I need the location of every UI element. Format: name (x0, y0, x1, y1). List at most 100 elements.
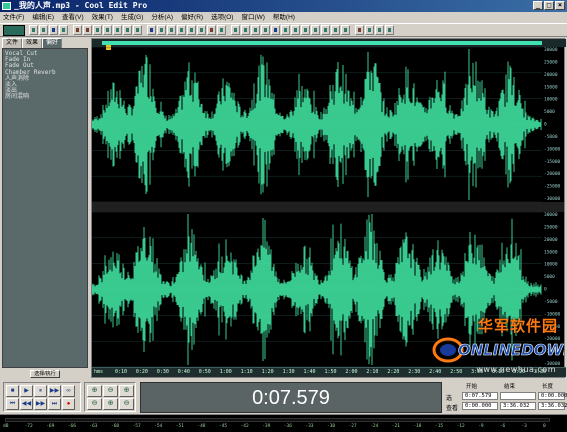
menu-help[interactable]: 帮助(H) (273, 12, 295, 23)
menu-options[interactable]: 选项(O) (211, 12, 233, 23)
fade-icon[interactable] (261, 25, 270, 35)
mix-paste-icon[interactable] (133, 25, 142, 35)
cut-icon[interactable] (93, 25, 102, 35)
undo-icon[interactable] (73, 25, 82, 35)
amplitude-label: 15000 (544, 84, 558, 90)
menu-favorites[interactable]: 偏好(R) (181, 12, 203, 23)
envelope-icon[interactable] (251, 25, 260, 35)
maximize-button[interactable]: □ (544, 1, 554, 10)
ruler-label: 2:10 (366, 369, 379, 375)
view-end-field[interactable]: 3:36.032 (500, 402, 536, 410)
menu-analyze[interactable]: 分析(A) (151, 12, 173, 23)
begin-header: 开始 (466, 384, 478, 390)
filter-icon[interactable] (311, 25, 320, 35)
overview-range[interactable] (102, 41, 542, 45)
selection-end-field[interactable] (500, 392, 536, 400)
tab-files[interactable]: 文件 (2, 38, 23, 48)
level-meter: dB -72 -69 -66 -63 -60 -57 -54 -51 -48 -45 -42 -39 -3… (0, 414, 567, 432)
new-file-icon[interactable] (29, 25, 38, 35)
ruler-label: 0:10 (114, 369, 127, 375)
menu-generate[interactable]: 生成(G) (121, 12, 143, 23)
amplitude-label: 30000 (544, 47, 558, 53)
level-meter-tick: -9 (478, 424, 484, 429)
watermark-url: www.newhua.com (476, 365, 556, 374)
close-button[interactable]: × (555, 1, 565, 10)
tab-effects[interactable]: 效果 (22, 38, 43, 48)
zoom-in-horizontal-button[interactable]: ⊕ (87, 385, 102, 397)
multitrack-toggle-button[interactable] (3, 24, 25, 36)
zoom-in-vertical-button[interactable]: ⊕ (103, 398, 118, 410)
go-to-end-button[interactable]: ⏭ (48, 398, 61, 410)
tab-favorites[interactable]: 偏好 (42, 38, 63, 48)
level-meter-scale: dB -72 -69 -66 -63 -60 -57 -54 -51 -48 -45 -42 -39 -3… (0, 424, 567, 432)
echo-icon[interactable] (281, 25, 290, 35)
play-to-end-button[interactable]: ▶▶ (48, 385, 61, 397)
zoom-out-horizontal-button[interactable]: ⊖ (103, 385, 118, 397)
redo-icon[interactable] (83, 25, 92, 35)
ruler-label: 1:30 (282, 369, 295, 375)
waveform-view-icon[interactable] (217, 25, 226, 35)
amplitude-label: 0 (544, 122, 547, 128)
rewind-button[interactable]: ◀◀ (20, 398, 33, 410)
stop-button[interactable]: ■ (6, 385, 19, 397)
menu-effects[interactable]: 效果(T) (92, 12, 113, 23)
level-meter-tick: 0 (543, 424, 546, 429)
view-label: 查看 (446, 406, 459, 412)
pitch-icon[interactable] (331, 25, 340, 35)
select-all-icon[interactable] (177, 25, 186, 35)
cd-icon[interactable] (365, 25, 374, 35)
level-meter-tick: -3 (521, 424, 527, 429)
delay-icon[interactable] (291, 25, 300, 35)
stretch-icon[interactable] (341, 25, 350, 35)
pause-button[interactable]: ⏸ (34, 385, 47, 397)
play-button[interactable]: ▶ (20, 385, 33, 397)
noise-reduction-icon[interactable] (321, 25, 330, 35)
open-file-icon[interactable] (39, 25, 48, 35)
fast-forward-button[interactable]: ▶▶ (34, 398, 47, 410)
record-button[interactable]: ● (62, 398, 75, 410)
view-length-field[interactable]: 3:36.032 (538, 402, 567, 410)
zoom-out-vertical-button[interactable]: ⊖ (119, 398, 134, 410)
help-icon[interactable] (385, 25, 394, 35)
menu-view[interactable]: 查看(V) (62, 12, 84, 23)
level-meter-tick: -15 (435, 424, 444, 429)
favorites-list: Vocal Cut Fade In Fade Out Chamber Rever… (2, 48, 88, 368)
save-icon[interactable] (49, 25, 58, 35)
overview-bar[interactable] (92, 39, 566, 47)
loop-button[interactable]: ∞ (62, 385, 75, 397)
paste-icon[interactable] (113, 25, 122, 35)
paste-new-icon[interactable] (123, 25, 132, 35)
channel-separator (92, 202, 564, 212)
minimize-button[interactable]: _ (533, 1, 543, 10)
save-as-icon[interactable] (59, 25, 68, 35)
menu-file[interactable]: 文件(F) (3, 12, 24, 23)
watermark-brand-logo: ONLINEDOWN (432, 337, 564, 363)
silence-icon[interactable] (167, 25, 176, 35)
spectral-view-icon[interactable] (207, 25, 216, 35)
settings-icon[interactable] (375, 25, 384, 35)
go-to-start-button[interactable]: ⏮ (6, 398, 19, 410)
amplitude-label: 20000 (544, 72, 558, 78)
metronome-icon[interactable] (355, 25, 364, 35)
zoom-out-icon[interactable] (197, 25, 206, 35)
apply-favorite-button[interactable]: 选择/执行 (30, 370, 60, 378)
copy-icon[interactable] (103, 25, 112, 35)
selection-label: 选 (446, 396, 453, 402)
effects-panel: 文件 效果 偏好 Vocal Cut Fade In Fade Out Cham… (2, 38, 88, 380)
amplify-icon[interactable] (231, 25, 240, 35)
trim-icon[interactable] (147, 25, 156, 35)
normalize-icon[interactable] (241, 25, 250, 35)
zoom-full-button[interactable]: ⊕ (119, 385, 134, 397)
view-begin-field[interactable]: 0:00.000 (462, 402, 498, 410)
reverb-icon[interactable] (271, 25, 280, 35)
selection-begin-field[interactable]: 0:07.579 (462, 392, 498, 400)
list-item[interactable]: 房间混响 (5, 94, 85, 100)
zoom-in-icon[interactable] (187, 25, 196, 35)
delete-icon[interactable] (157, 25, 166, 35)
eq-icon[interactable] (301, 25, 310, 35)
zoom-to-selection-button[interactable]: ⊖ (87, 398, 102, 410)
menu-window[interactable]: 窗口(W) (241, 12, 264, 23)
menu-edit[interactable]: 编辑(E) (32, 12, 54, 23)
selection-length-field[interactable]: 0:00.000 (538, 392, 567, 400)
amplitude-label: -30000 (544, 196, 561, 202)
